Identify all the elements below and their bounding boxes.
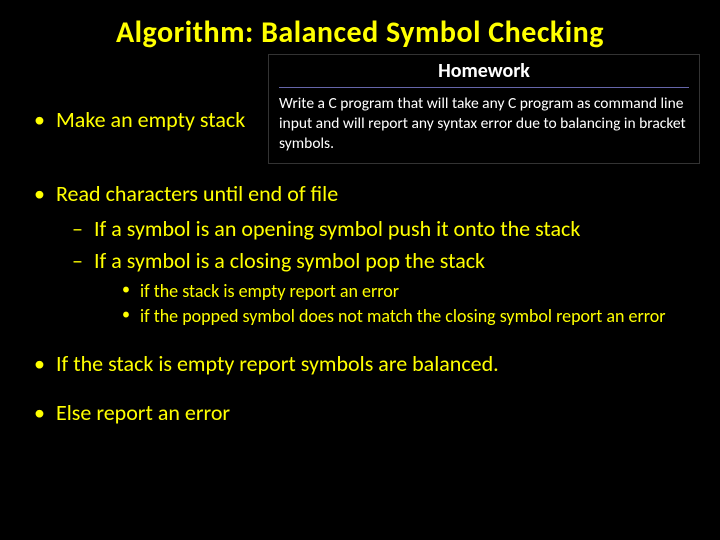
- subbullet-closing-symbol: If a symbol is a closing symbol pop the …: [72, 246, 690, 328]
- bullet-text: If the stack is empty report symbols are…: [56, 350, 499, 377]
- bullet-text: if the stack is empty report an error: [140, 280, 399, 302]
- bullet-text: Else report an error: [56, 399, 230, 426]
- bullet-text: If a symbol is an opening symbol push it…: [94, 215, 580, 242]
- homework-title: Homework: [279, 59, 689, 83]
- bullet-text: If a symbol is a closing symbol pop the …: [94, 247, 485, 274]
- subsubbullet-mismatch-error: if the popped symbol does not match the …: [122, 305, 690, 328]
- bullet-stack-empty-balanced: If the stack is empty report symbols are…: [30, 349, 690, 379]
- bullet-text: Read characters until end of file: [56, 180, 338, 207]
- bullet-text: Make an empty stack: [56, 106, 245, 133]
- bullet-text: if the popped symbol does not match the …: [140, 305, 666, 327]
- subsubbullet-empty-error: if the stack is empty report an error: [122, 280, 690, 303]
- homework-divider: [279, 87, 689, 88]
- slide-title: Algorithm: Balanced Symbol Checking: [30, 14, 690, 51]
- bullet-read-characters: Read characters until end of file If a s…: [30, 179, 690, 329]
- bullet-make-empty-stack: Make an empty stack: [30, 105, 690, 135]
- subbullet-opening-symbol: If a symbol is an opening symbol push it…: [72, 214, 690, 244]
- bullet-else-error: Else report an error: [30, 398, 690, 428]
